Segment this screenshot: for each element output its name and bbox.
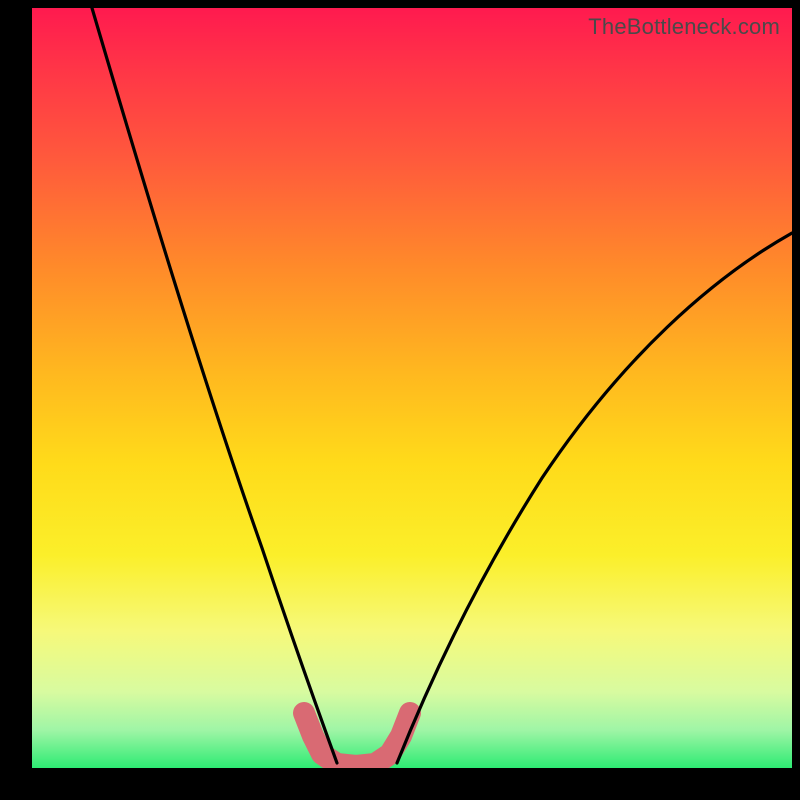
right-curve <box>397 233 792 763</box>
bottom-marker <box>304 713 410 766</box>
plot-area: TheBottleneck.com <box>32 8 792 768</box>
watermark-text: TheBottleneck.com <box>588 14 780 40</box>
chart-frame: TheBottleneck.com <box>0 0 800 800</box>
curve-layer <box>32 8 792 768</box>
left-curve <box>92 8 337 763</box>
